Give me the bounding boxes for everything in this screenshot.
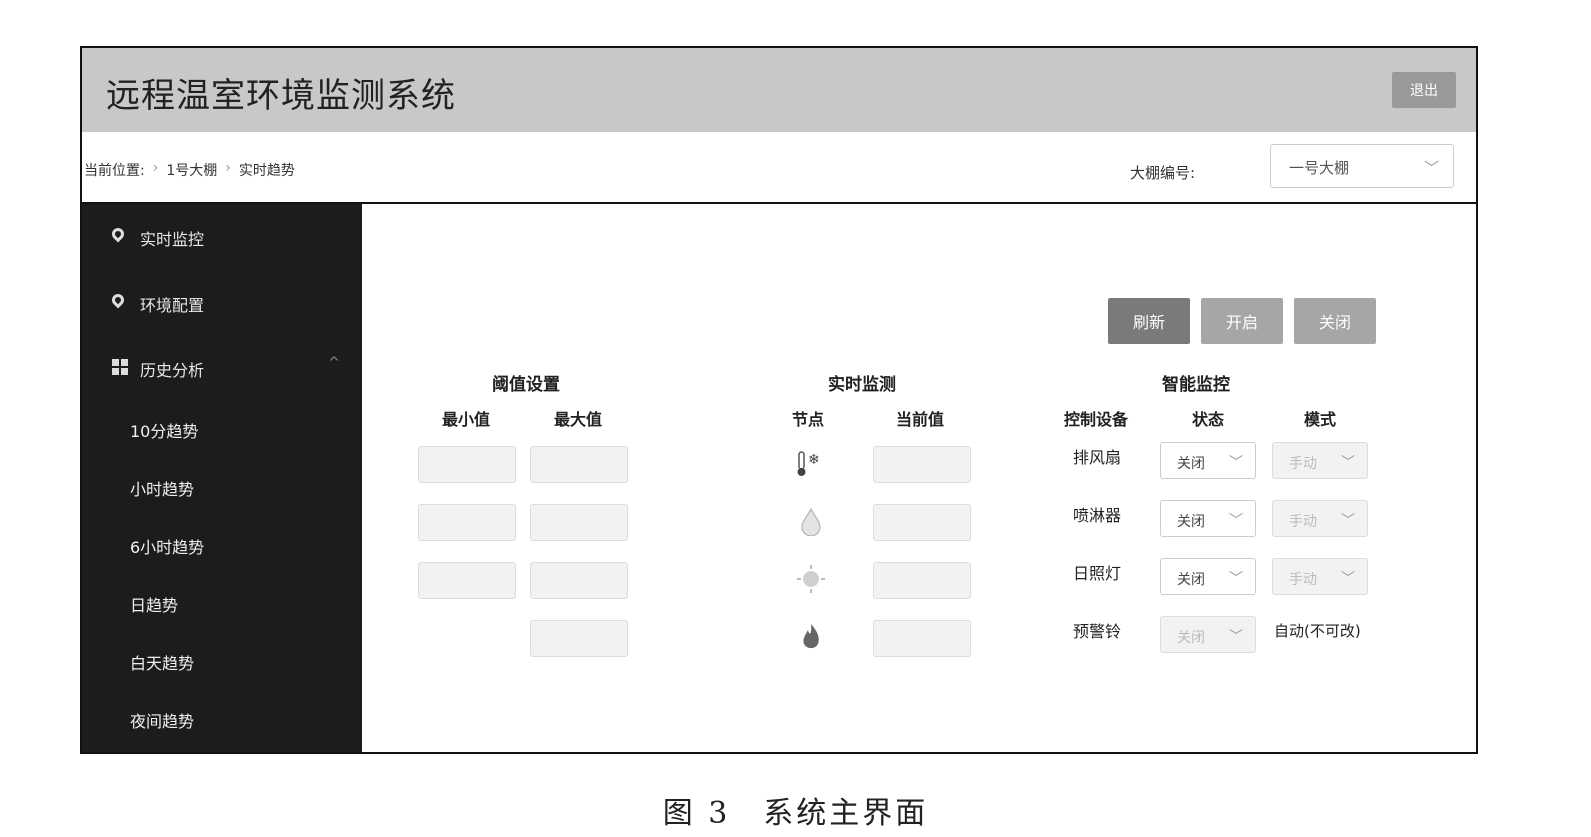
top-bar: 远程温室环境监测系统 退出 (82, 48, 1476, 132)
sun-icon (797, 565, 825, 593)
app-window: 远程温室环境监测系统 退出 当前位置: › 1号大棚 › 实时趋势 大棚编号: … (80, 46, 1478, 754)
max-input-humidity[interactable] (530, 504, 628, 541)
current-value-fire (873, 620, 971, 657)
greenhouse-label: 大棚编号: (1130, 164, 1196, 182)
current-value-light (873, 562, 971, 599)
sidebar-subitem-day[interactable]: 日趋势 (130, 592, 178, 616)
node-label: 节点 (792, 410, 825, 429)
breadcrumb-item-greenhouse[interactable]: 1号大棚 (166, 160, 217, 180)
sidebar-item-config[interactable]: 环境配置 (82, 284, 362, 324)
mode-select-value: 手动 (1289, 514, 1317, 530)
breadcrumb-item-current: 实时趋势 (238, 163, 295, 179)
refresh-button[interactable]: 刷新 (1108, 298, 1190, 344)
location-pin-icon (109, 225, 128, 244)
max-label: 最大值 (554, 410, 603, 429)
status-select-sprinkler[interactable]: 关闭 ﹀ (1160, 500, 1256, 537)
logout-button[interactable]: 退出 (1392, 72, 1456, 108)
status-select-value: 关闭 (1177, 514, 1205, 530)
status-select-value: 关闭 (1177, 456, 1205, 472)
device-name-lamp: 日照灯 (1073, 564, 1122, 583)
flame-icon (803, 624, 819, 649)
value-label: 当前值 (896, 410, 945, 429)
sidebar-subitem-hour[interactable]: 小时趋势 (130, 476, 194, 500)
breadcrumb-prefix: 当前位置: (84, 163, 145, 179)
max-input-light[interactable] (530, 562, 628, 599)
smart-title: 智能监控 (1162, 375, 1230, 395)
mode-select-sprinkler: 手动 ﹀ (1272, 500, 1368, 537)
mode-label: 模式 (1304, 410, 1337, 429)
water-drop-icon (801, 507, 821, 536)
location-pin-icon (109, 291, 128, 310)
sidebar-item-label: 历史分析 (140, 361, 205, 380)
device-name-sprinkler: 喷淋器 (1073, 506, 1122, 525)
sidebar-item-label: 环境配置 (140, 296, 205, 315)
current-value-humidity (873, 504, 971, 541)
status-select-alarm: 关闭 ﹀ (1160, 616, 1256, 653)
max-input-fire[interactable] (530, 620, 628, 657)
chevron-down-icon: ﹀ (1423, 159, 1439, 177)
figure-caption: 图 3 系统主界面 (662, 796, 929, 831)
greenhouse-select[interactable]: 一号大棚 ﹀ (1270, 144, 1454, 188)
breadcrumb-separator: › (225, 160, 231, 176)
chevron-up-icon[interactable]: ^ (328, 355, 340, 371)
mode-select-lamp: 手动 ﹀ (1272, 558, 1368, 595)
threshold-title: 阈值设置 (492, 375, 560, 395)
sidebar-subitem-night[interactable]: 夜间趋势 (130, 708, 194, 732)
mode-text-alarm: 自动(不可改) (1274, 622, 1361, 640)
status-select-lamp[interactable]: 关闭 ﹀ (1160, 558, 1256, 595)
sidebar-subitem-6hour[interactable]: 6小时趋势 (130, 534, 204, 558)
sidebar-item-label: 实时监控 (140, 230, 205, 249)
grid-icon (112, 359, 128, 375)
breadcrumb-separator: › (152, 160, 159, 176)
chevron-down-icon: ﹀ (1341, 455, 1355, 471)
mode-select-value: 手动 (1289, 456, 1317, 472)
thermometer-icon: ❄ (797, 451, 820, 476)
mode-select-value: 手动 (1289, 572, 1317, 588)
device-name-fan: 排风扇 (1073, 448, 1122, 467)
max-input-temp[interactable] (530, 446, 628, 483)
monitor-title: 实时监测 (828, 375, 896, 395)
device-label: 控制设备 (1064, 410, 1129, 429)
sidebar-item-history[interactable]: 历史分析 ^ (82, 349, 362, 389)
greenhouse-select-value: 一号大棚 (1289, 159, 1350, 177)
sidebar-subitem-daytime[interactable]: 白天趋势 (130, 650, 194, 674)
open-button[interactable]: 开启 (1201, 298, 1283, 344)
chevron-down-icon: ﹀ (1229, 629, 1243, 645)
chevron-down-icon: ﹀ (1341, 513, 1355, 529)
status-select-value: 关闭 (1177, 630, 1205, 646)
status-select-value: 关闭 (1177, 572, 1205, 588)
device-name-alarm: 预警铃 (1073, 622, 1122, 641)
chevron-down-icon: ﹀ (1229, 571, 1243, 587)
min-label: 最小值 (442, 410, 491, 429)
chevron-down-icon: ﹀ (1229, 455, 1243, 471)
sidebar-subitem-10min[interactable]: 10分趋势 (130, 418, 198, 442)
current-value-temp (873, 446, 971, 483)
mode-select-fan: 手动 ﹀ (1272, 442, 1368, 479)
min-input-temp[interactable] (418, 446, 516, 483)
chevron-down-icon: ﹀ (1229, 513, 1243, 529)
min-input-light[interactable] (418, 562, 516, 599)
app-title: 远程温室环境监测系统 (106, 76, 456, 116)
sidebar: 实时监控 环境配置 历史分析 ^ 10分趋势 小时趋势 6小时趋势 日趋势 白天… (82, 204, 362, 752)
status-select-fan[interactable]: 关闭 ﹀ (1160, 442, 1256, 479)
close-button[interactable]: 关闭 (1294, 298, 1376, 344)
min-input-humidity[interactable] (418, 504, 516, 541)
breadcrumb-bar: 当前位置: › 1号大棚 › 实时趋势 大棚编号: 一号大棚 ﹀ (82, 132, 1476, 204)
status-label: 状态 (1192, 410, 1225, 429)
chevron-down-icon: ﹀ (1341, 571, 1355, 587)
sidebar-item-realtime[interactable]: 实时监控 (82, 218, 362, 258)
svg-text:❄: ❄ (808, 452, 820, 468)
breadcrumb: 当前位置: › 1号大棚 › 实时趋势 (84, 160, 295, 180)
